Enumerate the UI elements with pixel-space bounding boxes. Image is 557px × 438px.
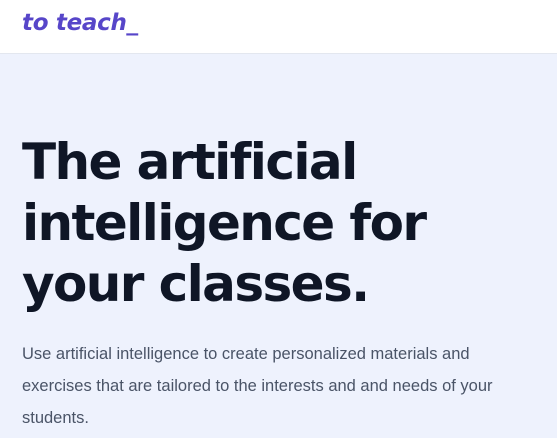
hero-description-line: students. bbox=[22, 409, 89, 427]
hero-description-line: exercises that are tailored to the inter… bbox=[22, 377, 493, 395]
hero-headline-line: your classes. bbox=[22, 255, 370, 313]
hero-section: The artificial intelligence for your cla… bbox=[0, 54, 557, 438]
hero-description: Use artificial intelligence to create pe… bbox=[22, 338, 547, 434]
hero-headline-line: intelligence for bbox=[22, 194, 427, 252]
hero-description-line: Use artificial intelligence to create pe… bbox=[22, 345, 470, 363]
top-navigation-bar: to teach_ bbox=[0, 0, 557, 54]
hero-headline: The artificial intelligence for your cla… bbox=[22, 132, 552, 315]
hero-headline-line: The artificial bbox=[22, 133, 358, 191]
brand-logo[interactable]: to teach_ bbox=[22, 8, 138, 38]
